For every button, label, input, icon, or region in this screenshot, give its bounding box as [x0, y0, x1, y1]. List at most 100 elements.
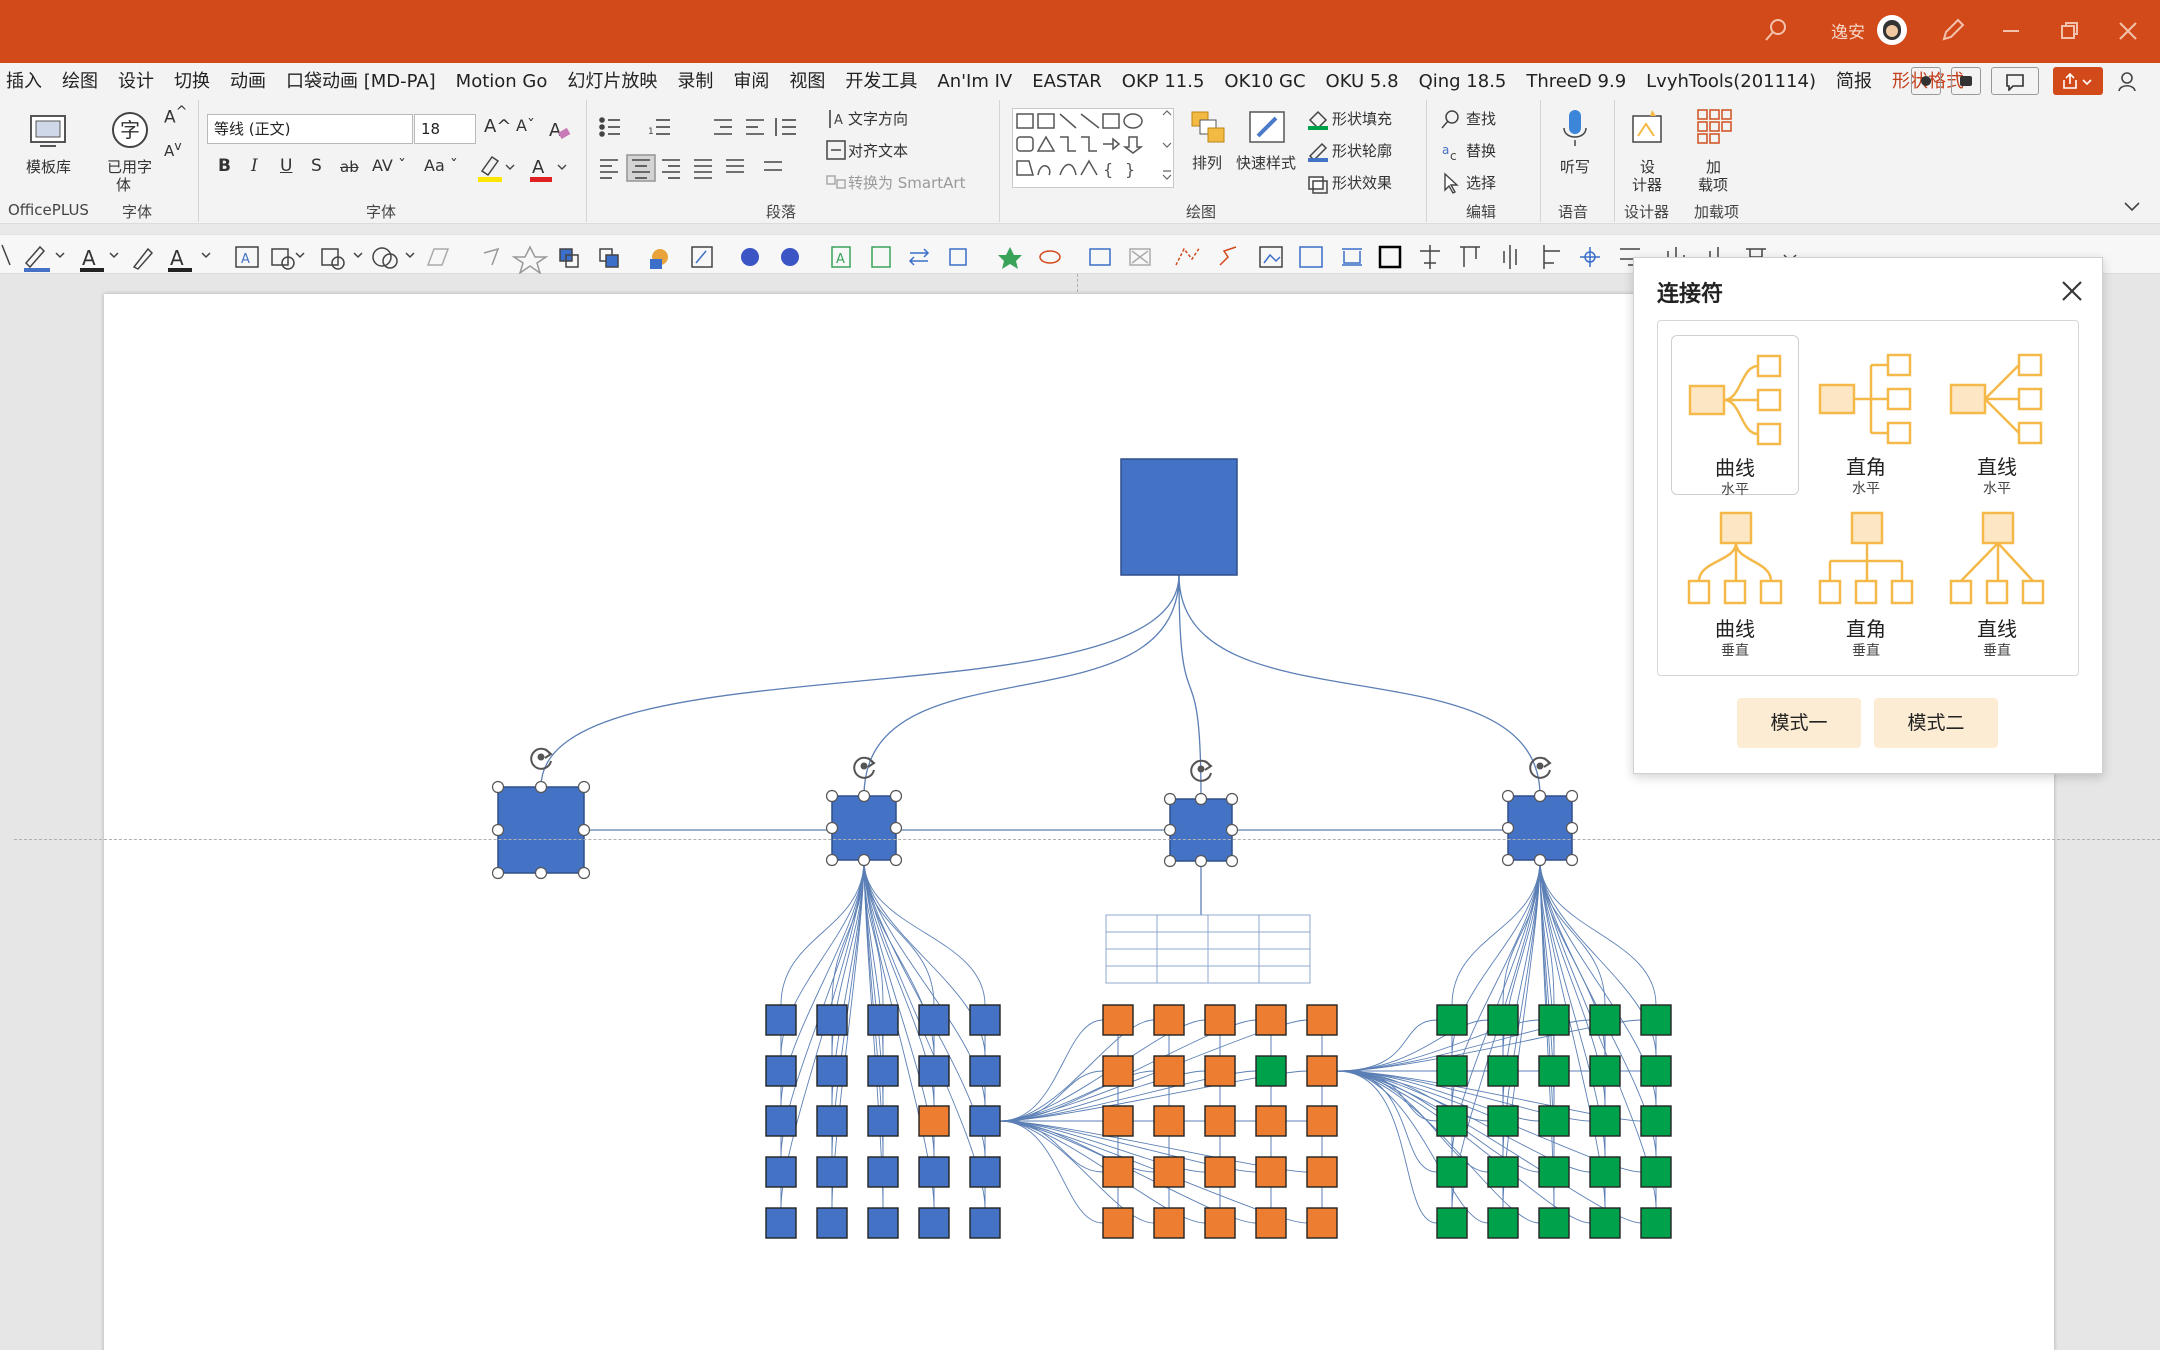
highlight-color-icon[interactable]: [476, 153, 516, 183]
grid-cell[interactable]: [867, 1156, 899, 1188]
resize-handle[interactable]: [1163, 854, 1177, 868]
rotate-handle-icon[interactable]: [544, 748, 553, 759]
resize-handle[interactable]: [857, 853, 871, 867]
grid-cell[interactable]: [969, 1156, 1001, 1188]
replace-button[interactable]: 替换: [1466, 140, 1496, 161]
resize-handle[interactable]: [825, 821, 839, 835]
resize-handle[interactable]: [491, 866, 505, 880]
grid-cell[interactable]: [918, 1105, 950, 1137]
grid-cell[interactable]: [1204, 1156, 1236, 1188]
shape-outline-icon[interactable]: [1306, 140, 1330, 162]
minimize-icon[interactable]: [2000, 20, 2022, 42]
font-size-select[interactable]: 18: [414, 114, 476, 144]
grid-cell[interactable]: [1153, 1004, 1185, 1036]
mode-one-button[interactable]: 模式一: [1737, 698, 1861, 748]
grid-cell[interactable]: [969, 1055, 1001, 1087]
resize-handle[interactable]: [825, 853, 839, 867]
bold-button[interactable]: B: [218, 156, 231, 176]
tab-briefing[interactable]: 简报: [1826, 63, 1882, 100]
grid-cell[interactable]: [1640, 1207, 1672, 1239]
option-straight-horizontal[interactable]: 直线 水平: [1933, 335, 2061, 497]
resize-handle[interactable]: [1225, 792, 1239, 806]
grid-cell[interactable]: [1153, 1207, 1185, 1239]
shape-effects-icon[interactable]: [1306, 172, 1330, 194]
resize-handle[interactable]: [1533, 853, 1547, 867]
tab-anim-iv[interactable]: An'Im IV: [927, 63, 1022, 100]
resize-handle[interactable]: [889, 789, 903, 803]
change-case-icon[interactable]: Aa ˇ: [424, 156, 458, 175]
grid-cell[interactable]: [1436, 1156, 1468, 1188]
resize-handle[interactable]: [1565, 821, 1579, 835]
grid-cell[interactable]: [1306, 1105, 1338, 1137]
grid-cell[interactable]: [1306, 1004, 1338, 1036]
tab-insert[interactable]: 插入: [0, 63, 52, 100]
shape-effects-button[interactable]: 形状效果: [1332, 172, 1392, 193]
tab-developer[interactable]: 开发工具: [835, 63, 927, 100]
grid-cell[interactable]: [1640, 1055, 1672, 1087]
shape-fill-icon[interactable]: [1306, 108, 1330, 130]
dictate-button[interactable]: 听写: [1550, 106, 1598, 192]
tab-pocket-animation[interactable]: 口袋动画 [MD-PA]: [276, 63, 446, 100]
text-direction-icon[interactable]: A: [824, 106, 850, 134]
shape-fill-button[interactable]: 形状填充: [1332, 108, 1392, 129]
grid-cell[interactable]: [1255, 1105, 1287, 1137]
tab-slideshow[interactable]: 幻灯片放映: [557, 63, 667, 100]
rotate-handle-icon[interactable]: [537, 753, 545, 761]
grid-cell[interactable]: [1102, 1105, 1134, 1137]
feedback-icon[interactable]: [2117, 70, 2143, 94]
font-name-select[interactable]: 等线 (正文): [207, 114, 413, 144]
grid-cell[interactable]: [1436, 1004, 1468, 1036]
tab-view[interactable]: 视图: [779, 63, 835, 100]
grid-cell[interactable]: [1102, 1055, 1134, 1087]
arrange-button[interactable]: 排列: [1186, 106, 1230, 186]
resize-handle[interactable]: [1501, 853, 1515, 867]
grid-cell[interactable]: [1204, 1207, 1236, 1239]
grid-cell[interactable]: [1538, 1055, 1570, 1087]
record-button[interactable]: [1911, 67, 1941, 95]
connector-line[interactable]: [999, 1120, 1104, 1224]
grid-cell[interactable]: [867, 1105, 899, 1137]
shape-outline-button[interactable]: 形状轮廓: [1332, 140, 1392, 161]
grid-cell[interactable]: [1487, 1004, 1519, 1036]
quick-styles-button[interactable]: 快速样式: [1236, 106, 1298, 186]
grid-cell[interactable]: [1306, 1055, 1338, 1087]
grid-cell[interactable]: [1102, 1156, 1134, 1188]
grid-cell[interactable]: [816, 1207, 848, 1239]
collapse-ribbon-icon[interactable]: [2122, 198, 2142, 214]
clear-format-icon[interactable]: A: [546, 116, 572, 142]
rotate-handle-icon[interactable]: [1543, 757, 1552, 768]
search-icon[interactable]: [1763, 17, 1789, 43]
close-icon[interactable]: [2057, 276, 2087, 306]
font-shrink-small-icon[interactable]: Av: [164, 138, 182, 160]
connector-line[interactable]: [1336, 1070, 1489, 1224]
tab-threed[interactable]: ThreeD 9.9: [1516, 63, 1636, 100]
grid-cell[interactable]: [765, 1004, 797, 1036]
tab-ok10[interactable]: OK10 GC: [1214, 63, 1315, 100]
grid-cell[interactable]: [1640, 1004, 1672, 1036]
text-direction-button[interactable]: 文字方向: [848, 108, 908, 129]
option-elbow-horizontal[interactable]: 直角 水平: [1802, 335, 1930, 497]
grid-cell[interactable]: [1306, 1156, 1338, 1188]
grid-cell[interactable]: [969, 1207, 1001, 1239]
tab-transitions[interactable]: 切换: [164, 63, 220, 100]
grid-cell[interactable]: [1589, 1105, 1621, 1137]
tab-review[interactable]: 审阅: [723, 63, 779, 100]
resize-handle[interactable]: [534, 866, 548, 880]
italic-button[interactable]: I: [251, 156, 258, 176]
grid-cell[interactable]: [1255, 1207, 1287, 1239]
rotate-handle-icon[interactable]: [867, 757, 876, 768]
child-node[interactable]: [497, 786, 585, 874]
decrease-font-icon[interactable]: Aˇ: [516, 116, 535, 135]
grid-cell[interactable]: [1255, 1156, 1287, 1188]
grid-cell[interactable]: [1255, 1004, 1287, 1036]
grid-cell[interactable]: [867, 1055, 899, 1087]
grid-cell[interactable]: [816, 1055, 848, 1087]
strikethrough-button[interactable]: ab: [340, 158, 359, 176]
grid-cell[interactable]: [816, 1105, 848, 1137]
child-node[interactable]: [1169, 798, 1233, 862]
connector-line[interactable]: [1178, 574, 1202, 800]
grid-cell[interactable]: [867, 1207, 899, 1239]
resize-handle[interactable]: [577, 866, 591, 880]
resize-handle[interactable]: [1565, 789, 1579, 803]
pen-icon[interactable]: [1938, 17, 1966, 45]
